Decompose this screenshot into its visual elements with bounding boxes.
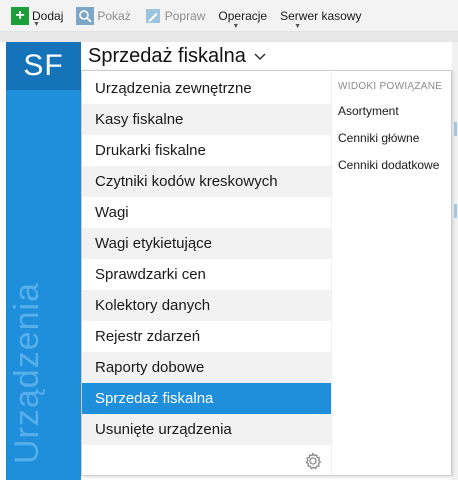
related-link-main-pricelists[interactable]: Cenniki główne bbox=[338, 131, 450, 158]
edit-label: Popraw bbox=[164, 8, 206, 23]
menu-item-active[interactable]: Sprzedaż fiskalna bbox=[82, 383, 331, 414]
menu-item[interactable]: Drukarki fiskalne bbox=[82, 135, 331, 166]
page-title: Sprzedaż fiskalna bbox=[88, 44, 246, 67]
menu-footer bbox=[82, 447, 331, 475]
toolbar: + Dodaj ▼ Pokaż Popraw Operacje ▼ Serwer… bbox=[0, 0, 458, 32]
menu-item[interactable]: Wagi bbox=[82, 197, 331, 228]
edit-button[interactable]: Popraw bbox=[144, 7, 206, 25]
search-icon bbox=[76, 6, 95, 25]
menu-item[interactable]: Kolektory danych bbox=[82, 290, 331, 321]
show-label: Pokaż bbox=[97, 8, 131, 23]
chevron-down-icon: ▼ bbox=[232, 22, 240, 30]
menu-item[interactable]: Kasy fiskalne bbox=[82, 104, 331, 135]
related-views-header: WIDOKI POWIĄZANE bbox=[338, 81, 443, 92]
content-mark bbox=[454, 204, 457, 218]
related-link-additional-pricelists[interactable]: Cenniki dodatkowe bbox=[338, 158, 450, 185]
show-button[interactable]: Pokaż bbox=[76, 6, 131, 25]
gear-icon[interactable] bbox=[304, 452, 322, 470]
operations-menu[interactable]: Operacje ▼ bbox=[218, 8, 268, 30]
menu-item[interactable]: Rejestr zdarzeń bbox=[82, 321, 331, 352]
plus-icon: + bbox=[11, 6, 29, 25]
module-vertical-label: Urządzenia bbox=[8, 282, 46, 464]
pencil-icon bbox=[144, 7, 162, 25]
column-divider bbox=[331, 71, 332, 475]
content-edge bbox=[452, 42, 458, 480]
cash-server-menu[interactable]: Serwer kasowy ▼ bbox=[280, 8, 362, 30]
view-menu: Urządzenia zewnętrzne Kasy fiskalne Druk… bbox=[82, 73, 331, 445]
view-dropdown: Urządzenia zewnętrzne Kasy fiskalne Druk… bbox=[81, 70, 452, 476]
cash-server-label: Serwer kasowy bbox=[280, 8, 362, 23]
add-button[interactable]: + Dodaj ▼ bbox=[11, 6, 63, 28]
module-abbr-tile[interactable]: SF bbox=[6, 42, 81, 90]
menu-item[interactable]: Czytniki kodów kreskowych bbox=[82, 166, 331, 197]
toolbar-separator bbox=[0, 32, 458, 42]
related-views: WIDOKI POWIĄZANE Asortyment Cenniki głów… bbox=[338, 81, 450, 185]
chevron-down-icon: ▼ bbox=[294, 22, 302, 30]
chevron-down-icon bbox=[254, 48, 266, 64]
chevron-down-icon: ▼ bbox=[33, 20, 40, 28]
menu-item[interactable]: Urządzenia zewnętrzne bbox=[82, 73, 331, 104]
menu-item[interactable]: Raporty dobowe bbox=[82, 352, 331, 383]
operations-label: Operacje bbox=[218, 8, 268, 23]
content-mark bbox=[454, 122, 457, 136]
menu-item[interactable]: Wagi etykietujące bbox=[82, 228, 331, 259]
view-selector[interactable]: Sprzedaż fiskalna bbox=[88, 42, 266, 70]
menu-item[interactable]: Sprawdzarki cen bbox=[82, 259, 331, 290]
menu-item[interactable]: Usunięte urządzenia bbox=[82, 414, 331, 445]
related-link-assortment[interactable]: Asortyment bbox=[338, 104, 450, 131]
